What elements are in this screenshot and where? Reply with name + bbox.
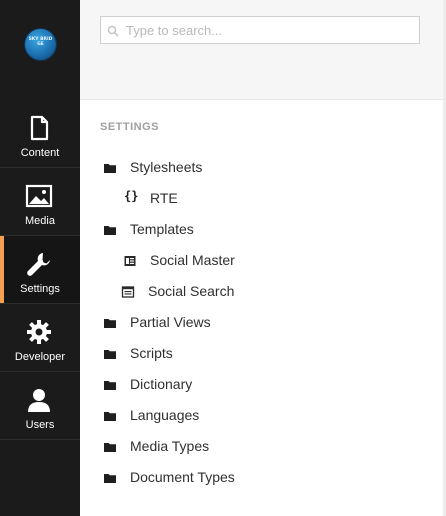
tree-label: Templates <box>130 221 194 237</box>
nav-label-developer: Developer <box>14 351 66 363</box>
tree-label: Social Search <box>148 283 235 299</box>
search-icon <box>107 25 119 37</box>
folder-icon <box>104 443 116 452</box>
nav-item-users[interactable]: Users <box>0 372 80 440</box>
template-icon <box>124 256 136 266</box>
logo-area: SKY BRID GE <box>0 0 80 100</box>
search-input[interactable] <box>126 17 406 43</box>
user-icon <box>28 389 50 412</box>
nav-label-users: Users <box>25 419 55 431</box>
gear-icon <box>27 320 51 344</box>
folder-icon <box>104 350 116 359</box>
nav-label-media: Media <box>25 215 55 227</box>
wrench-icon <box>27 253 50 276</box>
nav-label-content: Content <box>20 147 60 159</box>
tree-label: Media Types <box>130 438 210 454</box>
tree-label: Languages <box>130 407 200 423</box>
image-icon <box>25 184 53 208</box>
nav-item-settings[interactable]: Settings <box>0 236 80 304</box>
search-box[interactable] <box>100 16 420 44</box>
settings-tree: SETTINGS Stylesheets {} RTE Templates So… <box>80 100 443 516</box>
tree-header <box>80 0 446 100</box>
braces-icon: {} <box>124 189 139 203</box>
folder-icon <box>104 474 116 483</box>
folder-icon <box>104 381 116 390</box>
section-title: SETTINGS <box>100 121 160 133</box>
template-outline-icon <box>121 286 135 298</box>
tree-label: Dictionary <box>130 376 193 392</box>
document-icon <box>30 115 49 141</box>
tree-label: Scripts <box>130 345 173 361</box>
folder-icon <box>104 164 116 173</box>
tree-label: Social Master <box>150 252 235 268</box>
main-nav: SKY BRID GE Content Media Settings Devel… <box>0 0 80 516</box>
nav-label-settings: Settings <box>20 283 60 295</box>
tree-label: Document Types <box>130 469 235 485</box>
nav-item-media[interactable]: Media <box>0 168 80 236</box>
tree-label: Partial Views <box>130 314 211 330</box>
logo-text: SKY BRID GE <box>28 37 53 47</box>
app-root: SKY BRID GE Content Media Settings Devel… <box>0 0 446 516</box>
brand-logo[interactable]: SKY BRID GE <box>25 29 56 60</box>
folder-icon <box>104 412 116 421</box>
nav-item-content[interactable]: Content <box>0 100 80 168</box>
nav-item-developer[interactable]: Developer <box>0 304 80 372</box>
tree-label: Stylesheets <box>130 159 203 175</box>
folder-icon <box>104 319 116 328</box>
folder-icon <box>104 226 116 235</box>
tree-label: RTE <box>150 190 178 206</box>
